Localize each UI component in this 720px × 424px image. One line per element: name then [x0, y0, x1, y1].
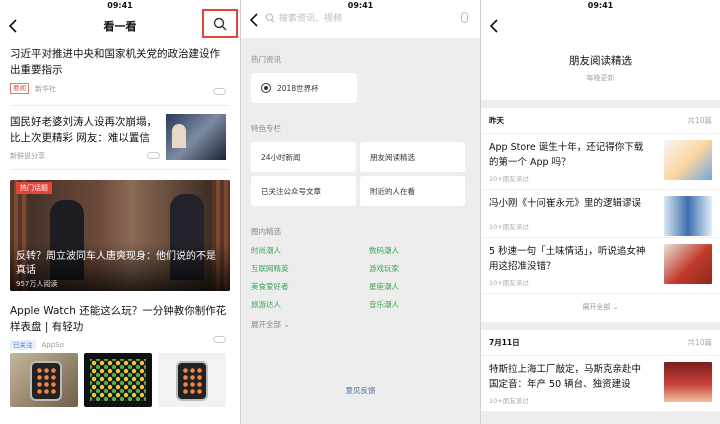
back-icon[interactable]: [249, 12, 259, 27]
special-item[interactable]: 附近的人在看: [360, 176, 465, 206]
read-count: 10+朋友读过: [489, 397, 529, 405]
special-grid: 24小时新闻 朋友阅读精选 已关注公众号文章 附近的人在看: [251, 142, 470, 206]
read-count: 10+朋友读过: [489, 223, 529, 231]
circle-item[interactable]: 星座潮人: [369, 281, 459, 292]
article-title: 国民好老婆刘涛人设再次崩塌，比上次更精彩 网友：难以置信: [10, 116, 157, 144]
article-thumbnail: [664, 244, 712, 284]
news-tag: 要闻: [10, 83, 29, 94]
date-group: 7月11日 共10篇 特斯拉上海工厂敲定，马斯克亲赴中国定音：年产 50 辆台、…: [481, 330, 720, 411]
group-count: 共10篇: [687, 338, 712, 347]
article-title: 特斯拉上海工厂敲定，马斯克亲赴中国定音：年产 50 辆台、独资建设: [489, 364, 642, 390]
special-item[interactable]: 24小时新闻: [251, 142, 356, 172]
chevron-down-icon: ⌄: [283, 320, 290, 329]
friends-picks-screen: 09:41 朋友阅读精选 每晚更新 昨天 共10篇 App Store 诞生十年…: [481, 0, 720, 424]
chevron-down-icon: ⌄: [612, 303, 619, 311]
article-source: 新华社: [35, 84, 56, 93]
search-icon: [265, 13, 275, 23]
circle-item[interactable]: 游戏玩家: [369, 263, 459, 274]
circle-item[interactable]: 数码潮人: [369, 245, 459, 256]
article-thumbnail: [664, 362, 712, 402]
article-thumbnail: [166, 114, 226, 160]
feed-screen: 09:41 看一看 习近平对推进中央和国家机关党的政治建设作出重要指示 要闻 新…: [0, 0, 240, 424]
article-title: 5 秒速一句「土味情话」，听说追女神用这招准没错？: [489, 246, 646, 272]
group-date: 昨天: [489, 116, 504, 125]
list-item[interactable]: 习近平对推进中央和国家机关党的政治建设作出重要指示 要闻 新华社: [10, 38, 230, 106]
section-label: 热门资讯: [251, 55, 281, 64]
article-image: [158, 353, 226, 407]
view-count: 957万人阅读: [16, 280, 58, 288]
page-title: 朋友阅读精选: [569, 55, 632, 67]
article-title: Apple Watch 还能这么玩？一分钟教你制作花样表盘 | 有轻功: [10, 305, 227, 333]
chip-label: 2018世界杯: [277, 83, 319, 93]
search-screen: 09:41 搜索资讯、视频 热门资讯 2018世界杯 特色专栏 24小时新闻 朋…: [241, 0, 480, 424]
special-item[interactable]: 朋友阅读精选: [360, 142, 465, 172]
list-item[interactable]: App Store 诞生十年，还记得你下载的第一个 App 吗？ 20+朋友读过: [481, 133, 720, 189]
page-subtitle: 每晚更新: [586, 74, 615, 82]
search-icon: [213, 17, 227, 30]
article-thumbnail: [664, 196, 712, 236]
circle-item[interactable]: 音乐潮人: [369, 299, 459, 310]
article-source: 新鲜说分享: [10, 152, 45, 160]
list-item[interactable]: 5 秒速一句「土味情话」，听说追女神用这招准没错？ 10+朋友读过: [481, 237, 720, 293]
article-image: [84, 353, 152, 407]
group-count: 共10篇: [687, 116, 712, 125]
dislike-icon[interactable]: [147, 152, 160, 159]
screens: 09:41 看一看 习近平对推进中央和国家机关党的政治建设作出重要指示 要闻 新…: [0, 0, 720, 424]
worldcup-chip[interactable]: 2018世界杯: [251, 73, 357, 103]
search-bar: 09:41 搜索资讯、视频: [241, 0, 480, 38]
nav-bar: 看一看: [0, 9, 240, 38]
expand-all-button[interactable]: 展开全部 ⌄: [251, 319, 470, 330]
dislike-icon[interactable]: [213, 88, 226, 95]
feedback-link[interactable]: 意见反馈: [241, 385, 480, 396]
followed-tag: 已关注: [10, 340, 36, 350]
circle-item[interactable]: 时尚潮人: [251, 245, 369, 256]
date-group: 昨天 共10篇 App Store 诞生十年，还记得你下载的第一个 App 吗？…: [481, 108, 720, 322]
article-image: [10, 353, 78, 407]
nav-bar: [481, 12, 720, 38]
image-row: [10, 353, 230, 407]
hot-topic-badge: 热门话题: [16, 182, 52, 194]
microphone-icon[interactable]: [461, 12, 468, 23]
search-input[interactable]: 搜索资讯、视频: [265, 11, 342, 24]
show-all-button[interactable]: 展开全部 ⌄: [481, 293, 720, 322]
circle-item[interactable]: 互联网精英: [251, 263, 369, 274]
list-item[interactable]: 特斯拉上海工厂敲定，马斯克亲赴中国定音：年产 50 辆台、独资建设 10+朋友读…: [481, 355, 720, 411]
dislike-icon[interactable]: [213, 336, 226, 343]
circle-grid: 时尚潮人 数码潮人 互联网精英 游戏玩家 美食爱好者 星座潮人 旅游达人 音乐潮…: [251, 245, 470, 310]
article-title: 冯小刚《十问崔永元》里的逻辑谬误: [489, 198, 642, 209]
header-card: 朋友阅读精选 每晚更新: [481, 38, 720, 100]
section-label: 特色专栏: [251, 124, 281, 133]
circle-item[interactable]: 美食爱好者: [251, 281, 369, 292]
video-card[interactable]: 热门话题 反转？周立波同车人唐爽现身：他们说的不是真话 957万人阅读: [10, 180, 230, 291]
article-title: 习近平对推进中央和国家机关党的政治建设作出重要指示: [10, 48, 220, 76]
read-count: 10+朋友读过: [489, 279, 529, 287]
article-source: AppSo: [41, 341, 64, 349]
circle-item[interactable]: 旅游达人: [251, 299, 369, 310]
read-count: 20+朋友读过: [489, 175, 529, 183]
article-title: App Store 诞生十年，还记得你下载的第一个 App 吗？: [489, 142, 644, 168]
search-placeholder: 搜索资讯、视频: [279, 14, 343, 24]
status-time: 09:41: [481, 0, 720, 12]
list-item[interactable]: Apple Watch 还能这么玩？一分钟教你制作花样表盘 | 有轻功 已关注 …: [10, 291, 230, 351]
video-title: 反转？周立波同车人唐爽现身：他们说的不是真话: [16, 251, 216, 276]
article-thumbnail: [664, 140, 712, 180]
group-date: 7月11日: [489, 338, 520, 347]
list-item[interactable]: 冯小刚《十问崔永元》里的逻辑谬误 10+朋友读过: [481, 189, 720, 237]
expand-label: 展开全部: [251, 320, 281, 329]
football-icon: [261, 83, 271, 93]
list-item[interactable]: 国民好老婆刘涛人设再次崩塌，比上次更精彩 网友：难以置信 新鲜说分享: [10, 106, 230, 170]
special-item[interactable]: 已关注公众号文章: [251, 176, 356, 206]
show-all-label: 展开全部: [582, 303, 611, 311]
section-label: 圈内精选: [251, 227, 281, 236]
back-icon[interactable]: [489, 18, 499, 33]
search-button[interactable]: [202, 9, 238, 38]
